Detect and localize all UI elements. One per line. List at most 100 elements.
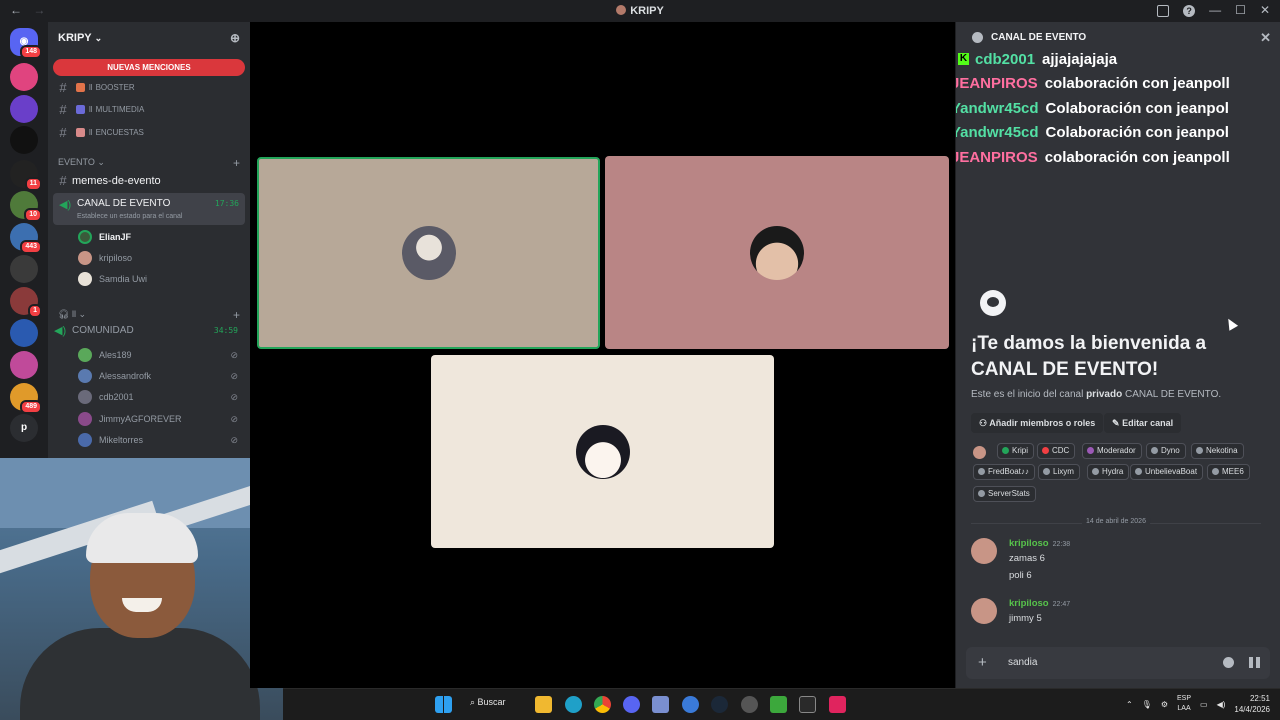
video-tile-speaking[interactable] xyxy=(257,157,600,349)
minimize-button[interactable]: — xyxy=(1209,3,1221,17)
close-icon[interactable]: ✕ xyxy=(1260,30,1271,46)
network-icon[interactable]: ▭ xyxy=(1200,700,1208,709)
volume-icon[interactable]: ◀) xyxy=(1217,700,1226,709)
voice-user[interactable]: Mikeltorres ⊘ xyxy=(78,430,244,450)
video-tile[interactable] xyxy=(431,355,774,548)
attach-plus-icon[interactable]: + xyxy=(978,654,987,671)
avatar[interactable] xyxy=(971,598,997,624)
role-tag[interactable]: ServerStats xyxy=(973,486,1036,502)
role-tag[interactable]: FredBoat♪♪ xyxy=(973,464,1035,480)
chat-message: kripiloso 22:47 jimmy 5 xyxy=(971,598,1261,628)
category-evento[interactable]: EVENTO ⌄ + xyxy=(58,156,240,170)
taskbar-search[interactable]: ⌕ Buscar xyxy=(470,697,506,708)
role-tag[interactable]: MEE6 xyxy=(1207,464,1250,480)
chrome-icon[interactable] xyxy=(594,696,611,713)
add-channel-icon[interactable]: + xyxy=(233,308,240,322)
message-composer[interactable]: + sandia xyxy=(966,647,1270,679)
voice-user[interactable]: kripiloso xyxy=(78,248,244,268)
server-icon[interactable] xyxy=(10,95,38,123)
language-indicator[interactable]: ESP LAA xyxy=(1177,694,1191,714)
server-icon[interactable] xyxy=(10,126,38,154)
hash-icon: # xyxy=(59,173,67,188)
message-author[interactable]: kripiloso 22:38 xyxy=(1009,538,1070,549)
server-icon[interactable] xyxy=(10,255,38,283)
app-icon[interactable] xyxy=(682,696,699,713)
add-channel-icon[interactable]: + xyxy=(233,156,240,170)
file-explorer-icon[interactable] xyxy=(535,696,552,713)
role-tag[interactable]: Kripi xyxy=(997,443,1035,459)
role-tag[interactable]: Lixym xyxy=(1038,464,1080,480)
channel-item-multimedia[interactable]: # ll MULTIMEDIA xyxy=(54,99,244,119)
role-tag[interactable]: CDC xyxy=(1037,443,1076,459)
clock[interactable]: 22:51 14/4/2026 xyxy=(1234,693,1270,715)
edit-channel-button[interactable]: ✎ Editar canal xyxy=(1104,413,1182,433)
voice-channel-active[interactable]: ◀) CANAL DE EVENTO 17:36 Establece un es… xyxy=(53,193,245,225)
maximize-button[interactable]: ☐ xyxy=(1235,3,1246,17)
webcam-overlay xyxy=(0,458,283,720)
chevron-up-icon[interactable]: ⌃ xyxy=(1126,700,1133,709)
server-icon[interactable]: 10 xyxy=(10,191,42,222)
app-icon[interactable] xyxy=(741,696,758,713)
headphones-icon: 🎧︎ xyxy=(58,309,70,319)
edge-icon[interactable] xyxy=(565,696,582,713)
server-icon[interactable]: p xyxy=(10,414,38,442)
apps-icon[interactable] xyxy=(1249,657,1260,668)
windows-start-icon[interactable] xyxy=(435,696,452,713)
channel-item-encuestas[interactable]: # ll ENCUESTAS xyxy=(54,122,244,142)
voice-user[interactable]: cdb2001 ⊘ xyxy=(78,387,244,407)
add-member-icon[interactable]: ⊕ xyxy=(230,31,240,45)
voice-user[interactable]: Ales189 ⊘ xyxy=(78,345,244,365)
hash-icon: # xyxy=(59,101,67,117)
kick-message: Colaboración con jeanpol xyxy=(1045,99,1229,117)
discord-icon[interactable] xyxy=(623,696,640,713)
video-tile[interactable] xyxy=(605,156,949,349)
role-color-dot xyxy=(1002,447,1009,454)
channel-item-memes[interactable]: # memes-de-evento xyxy=(54,173,244,188)
message-author[interactable]: kripiloso 22:47 xyxy=(1009,598,1070,609)
new-mentions-button[interactable]: NUEVAS MENCIONES xyxy=(53,59,245,76)
chevron-down-icon: ⌄ xyxy=(97,157,105,167)
server-icon[interactable]: 11 xyxy=(10,160,42,191)
role-tag[interactable]: Moderador xyxy=(1082,443,1142,459)
message-input[interactable]: sandia xyxy=(1008,657,1037,668)
voice-user[interactable]: JimmyAGFOREVER ⊘ xyxy=(78,409,244,429)
close-window-button[interactable]: ✕ xyxy=(1260,3,1270,17)
inbox-icon[interactable] xyxy=(1157,5,1170,17)
steam-icon[interactable] xyxy=(711,696,728,713)
voice-user[interactable]: ElianJF xyxy=(78,227,244,247)
voice-user[interactable]: Alessandrofk ⊘ xyxy=(78,366,244,386)
voice-channel-comunidad[interactable]: ◀) COMUNIDAD 34:59 xyxy=(54,324,244,337)
server-icon[interactable]: 1 xyxy=(10,287,42,318)
server-icon[interactable] xyxy=(10,351,38,379)
server-home[interactable]: ◉ 148 xyxy=(10,28,42,59)
server-avatar-icon xyxy=(616,5,627,15)
settings-icon[interactable]: ⚙ xyxy=(1161,700,1168,709)
server-icon[interactable] xyxy=(10,319,38,347)
minecraft-icon[interactable] xyxy=(770,696,787,713)
muted-icon: ⊘ xyxy=(230,370,238,381)
voice-user[interactable]: Samdia Uwi xyxy=(78,269,244,289)
avatar xyxy=(575,424,630,479)
role-tag[interactable]: Hydra xyxy=(1087,464,1130,480)
server-icon[interactable]: 489 xyxy=(10,383,42,414)
add-members-button[interactable]: ⚇ Añadir miembros o roles xyxy=(971,413,1104,433)
server-header[interactable]: KRIPY ⌄ ⊕ xyxy=(48,22,250,54)
channel-status[interactable]: Establece un estado para el canal xyxy=(77,213,182,220)
emoji-icon[interactable] xyxy=(1223,657,1234,668)
server-icon[interactable]: 443 xyxy=(10,223,42,254)
chevron-down-icon: ⌄ xyxy=(94,32,103,43)
role-tag[interactable]: UnbelievaBoat xyxy=(1130,464,1204,480)
help-icon[interactable]: ? xyxy=(1183,5,1196,17)
epic-games-icon[interactable] xyxy=(799,696,816,713)
role-tag[interactable]: Nekotina xyxy=(1191,443,1244,459)
server-icon[interactable] xyxy=(10,63,38,91)
avatar[interactable] xyxy=(971,538,997,564)
app-icon[interactable] xyxy=(652,696,669,713)
chat-message: kripiloso 22:38 zamas 6 poli 6 xyxy=(971,538,1261,588)
microphone-icon[interactable]: 🎙︎ xyxy=(1142,700,1152,709)
tiktok-icon[interactable] xyxy=(829,696,846,713)
category-ll[interactable]: 🎧︎ ll ⌄ + xyxy=(58,308,240,322)
channel-item-booster[interactable]: # ll BOOSTER xyxy=(54,77,244,97)
role-tag[interactable]: Dyno xyxy=(1146,443,1186,459)
role-color-dot xyxy=(1043,468,1050,475)
